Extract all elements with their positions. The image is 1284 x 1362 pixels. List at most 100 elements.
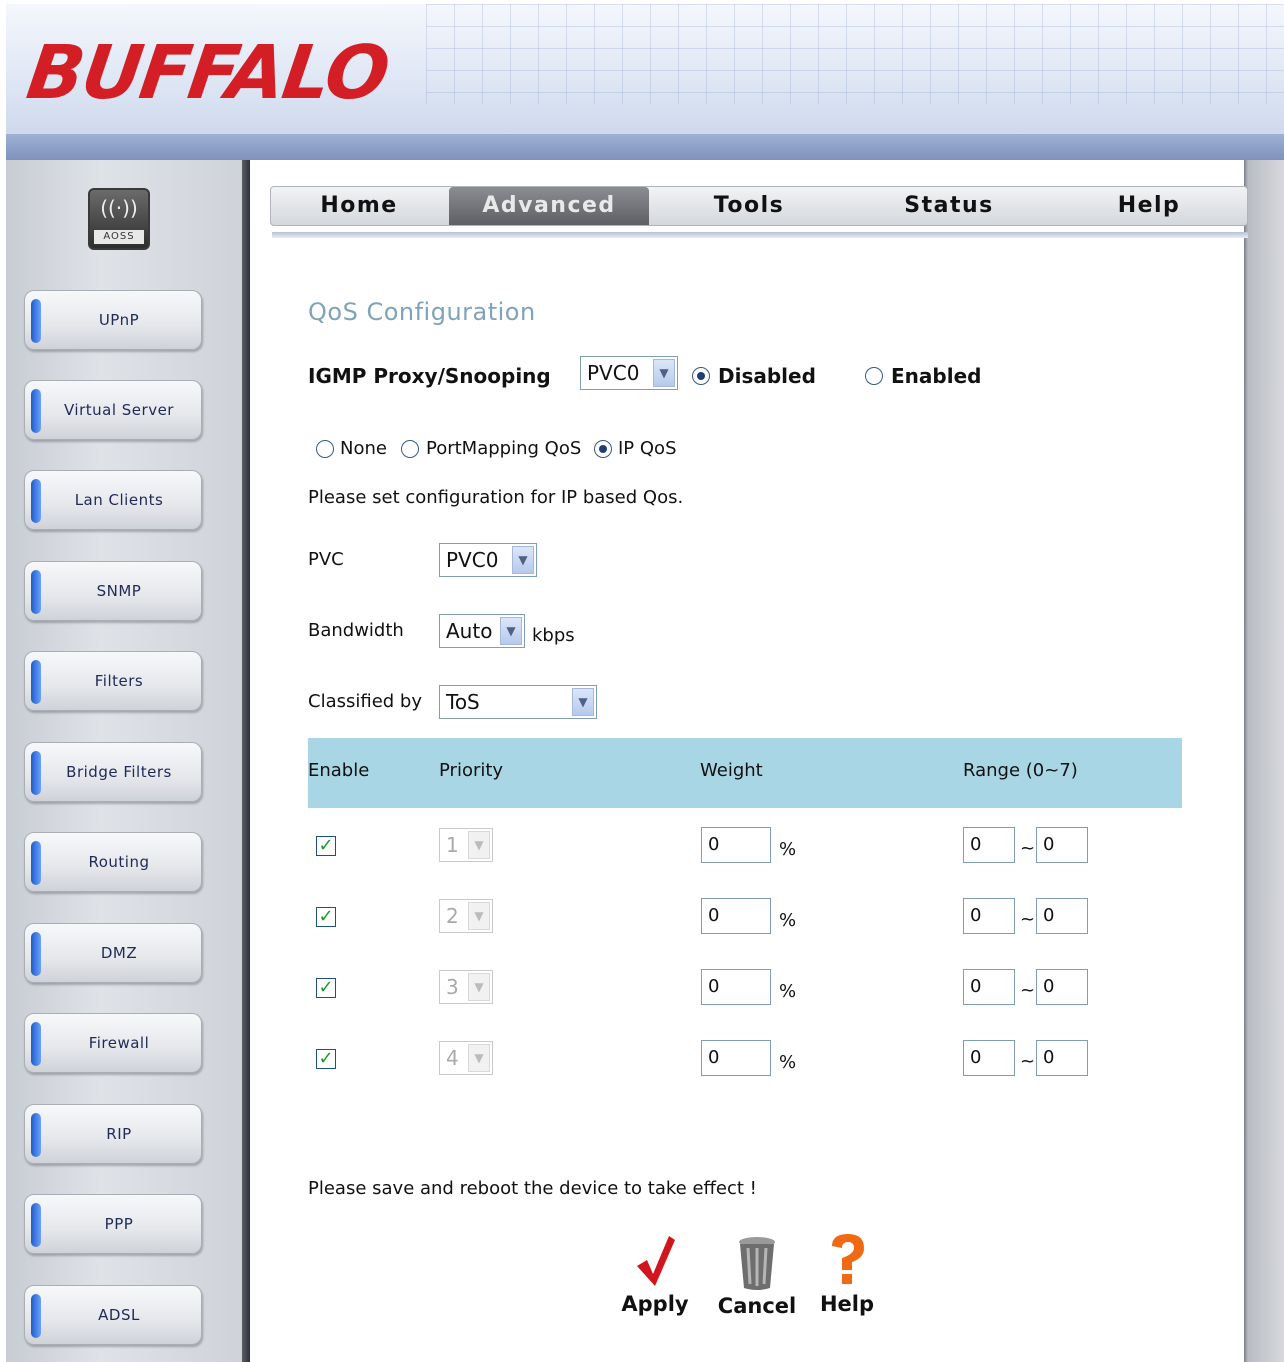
sidebar-item-label: ADSL <box>98 1306 140 1324</box>
blue-pill-icon <box>31 751 41 795</box>
blue-pill-icon <box>31 932 41 976</box>
range-tilde: ~ <box>1020 1051 1036 1072</box>
sidebar-item-adsl[interactable]: ADSL <box>24 1285 202 1345</box>
sidebar-item-ppp[interactable]: PPP <box>24 1194 202 1254</box>
classified-select[interactable]: ToS ▼ <box>439 685 597 719</box>
sidebar-item-firewall[interactable]: Firewall <box>24 1013 202 1073</box>
range-from-input[interactable]: 0 <box>963 969 1015 1005</box>
igmp-pvc-select[interactable]: PVC0 ▼ <box>580 356 678 390</box>
banner-grid-decoration <box>426 4 1284 104</box>
bandwidth-value: Auto <box>446 619 493 643</box>
sidebar-item-label: DMZ <box>100 944 138 962</box>
priority-value: 4 <box>446 1046 459 1070</box>
header-banner: BUFFALO <box>6 4 1284 160</box>
chevron-down-icon: ▼ <box>468 973 490 1001</box>
range-to-input[interactable]: 0 <box>1036 898 1088 934</box>
sidebar-item-rip[interactable]: RIP <box>24 1104 202 1164</box>
sidebar-item-virtual-server[interactable]: Virtual Server <box>24 380 202 440</box>
apply-label: Apply <box>621 1292 689 1316</box>
sidebar-item-label: Virtual Server <box>64 401 174 419</box>
percent-sign: % <box>779 981 797 1002</box>
range-to-input[interactable]: 0 <box>1036 969 1088 1005</box>
checkmark-icon <box>618 1232 692 1292</box>
sidebar-item-label: RIP <box>106 1125 132 1143</box>
sidebar-item-upnp[interactable]: UPnP <box>24 290 202 350</box>
weight-input[interactable]: 0 <box>701 1040 771 1076</box>
chevron-down-icon: ▼ <box>468 831 490 859</box>
priority-value: 3 <box>446 975 459 999</box>
enable-checkbox[interactable]: ✓ <box>316 1049 336 1069</box>
range-to-input[interactable]: 0 <box>1036 827 1088 863</box>
enable-checkbox[interactable]: ✓ <box>316 836 336 856</box>
chevron-down-icon: ▼ <box>512 546 534 574</box>
tab-advanced[interactable]: Advanced <box>449 187 649 225</box>
page-title: QoS Configuration <box>308 298 536 326</box>
weight-input[interactable]: 0 <box>701 827 771 863</box>
aoss-button[interactable]: ((·)) AOSS <box>88 188 150 250</box>
tab-status[interactable]: Status <box>851 187 1047 225</box>
qos-ip-radio[interactable] <box>594 440 612 458</box>
right-frame-edge <box>1244 160 1284 1362</box>
sidebar-item-routing[interactable]: Routing <box>24 832 202 892</box>
help-button[interactable]: Help <box>812 1232 882 1316</box>
cancel-button[interactable]: Cancel <box>714 1234 800 1318</box>
buffalo-logo: BUFFALO <box>21 30 393 116</box>
range-from-input[interactable]: 0 <box>963 898 1015 934</box>
range-tilde: ~ <box>1020 909 1036 930</box>
trash-can-icon <box>714 1234 800 1294</box>
sidebar-item-lan-clients[interactable]: Lan Clients <box>24 470 202 530</box>
blue-pill-icon <box>31 1203 41 1247</box>
instruction-text: Please set configuration for IP based Qo… <box>308 487 684 508</box>
tab-help[interactable]: Help <box>1051 187 1247 225</box>
bandwidth-select[interactable]: Auto ▼ <box>439 614 525 648</box>
igmp-enabled-label: Enabled <box>891 364 982 388</box>
igmp-pvc-value: PVC0 <box>587 361 640 385</box>
qos-portmapping-label: PortMapping QoS <box>426 438 582 459</box>
question-mark-icon <box>812 1232 882 1292</box>
pvc-value: PVC0 <box>446 548 499 572</box>
pvc-select[interactable]: PVC0 ▼ <box>439 543 537 577</box>
blue-pill-icon <box>31 1022 41 1066</box>
header-range: Range (0~7) <box>963 760 1078 781</box>
qos-portmapping-radio[interactable] <box>401 440 419 458</box>
sidebar-item-label: Firewall <box>88 1034 150 1052</box>
blue-pill-icon <box>31 299 41 343</box>
header-enable: Enable <box>308 760 370 781</box>
priority-value: 1 <box>446 833 459 857</box>
chevron-down-icon: ▼ <box>653 359 675 387</box>
percent-sign: % <box>779 839 797 860</box>
weight-input[interactable]: 0 <box>701 969 771 1005</box>
enable-checkbox[interactable]: ✓ <box>316 907 336 927</box>
qos-ip-label: IP QoS <box>618 438 677 459</box>
header-weight: Weight <box>700 760 763 781</box>
range-to-input[interactable]: 0 <box>1036 1040 1088 1076</box>
range-tilde: ~ <box>1020 980 1036 1001</box>
apply-button[interactable]: Apply <box>618 1232 692 1316</box>
sidebar-item-label: PPP <box>104 1215 134 1233</box>
bandwidth-label: Bandwidth <box>308 620 404 641</box>
pvc-label: PVC <box>308 549 344 570</box>
range-from-input[interactable]: 0 <box>963 827 1015 863</box>
chevron-down-icon: ▼ <box>500 617 522 645</box>
enable-checkbox[interactable]: ✓ <box>316 978 336 998</box>
tab-tools[interactable]: Tools <box>651 187 847 225</box>
priority-select: 3 ▼ <box>439 970 493 1004</box>
tab-home[interactable]: Home <box>271 187 447 225</box>
weight-input[interactable]: 0 <box>701 898 771 934</box>
igmp-enabled-radio[interactable] <box>865 367 883 385</box>
range-from-input[interactable]: 0 <box>963 1040 1015 1076</box>
sidebar-item-label: UPnP <box>98 311 140 329</box>
igmp-disabled-radio[interactable] <box>692 367 710 385</box>
sidebar-item-bridge-filters[interactable]: Bridge Filters <box>24 742 202 802</box>
bandwidth-unit: kbps <box>532 625 575 646</box>
igmp-disabled-label: Disabled <box>718 364 816 388</box>
qos-none-radio[interactable] <box>316 440 334 458</box>
main-tab-bar: Home Advanced Tools Status Help <box>270 186 1248 226</box>
sidebar-item-dmz[interactable]: DMZ <box>24 923 202 983</box>
sidebar-item-label: Bridge Filters <box>66 763 172 781</box>
sidebar-item-snmp[interactable]: SNMP <box>24 561 202 621</box>
sidebar-item-label: Routing <box>88 853 150 871</box>
igmp-label: IGMP Proxy/Snooping <box>308 364 551 388</box>
blue-pill-icon <box>31 389 41 433</box>
sidebar-item-filters[interactable]: Filters <box>24 651 202 711</box>
